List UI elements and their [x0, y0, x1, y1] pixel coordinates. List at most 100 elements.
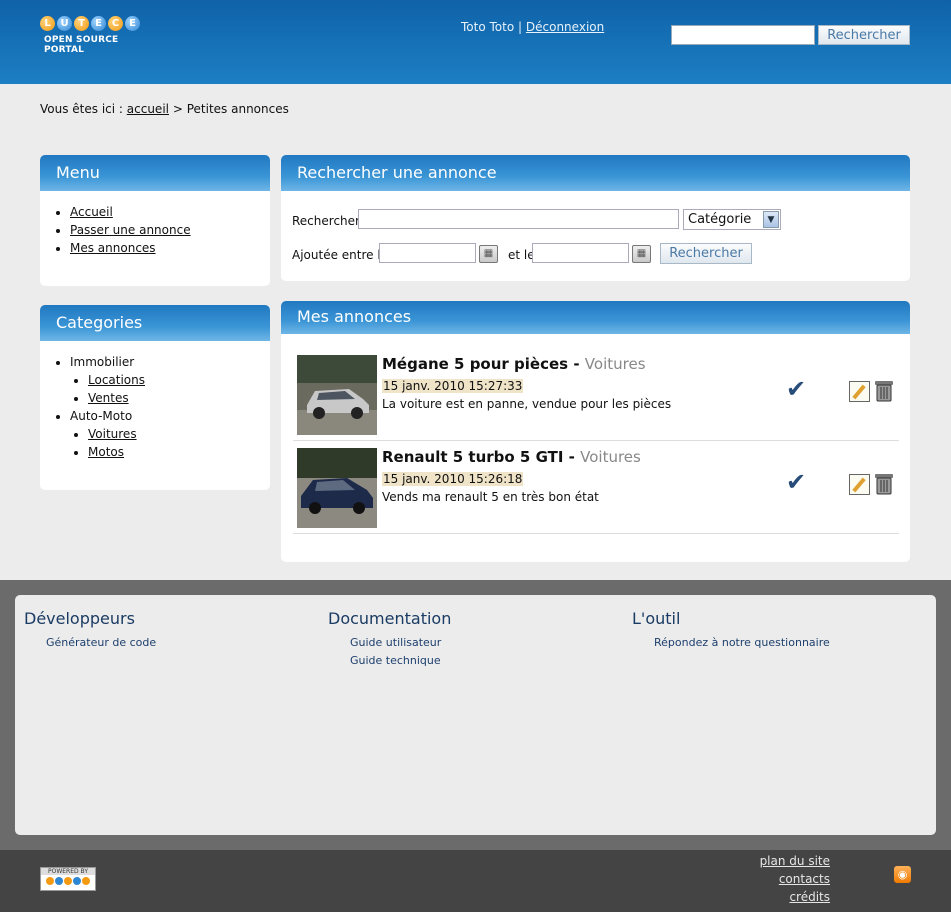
lutece-logo[interactable]: L U T E C E OPEN SOURCE PORTAL	[40, 16, 140, 60]
footer-link-generateur[interactable]: Générateur de code	[46, 636, 156, 649]
category-link-ventes[interactable]: Ventes	[88, 391, 129, 405]
site-footer: Développeurs Générateur de code Document…	[0, 580, 951, 850]
footer-column-title: Documentation	[328, 609, 452, 628]
logo-letters: L U T E C E	[40, 16, 140, 31]
footer-link-guide-utilisateur[interactable]: Guide utilisateur	[350, 636, 451, 649]
user-area: Toto Toto | Déconnexion	[461, 20, 604, 34]
ad-row: Renault 5 turbo 5 GTI - Voitures 15 janv…	[293, 444, 899, 534]
car-photo-thumbnail[interactable]	[297, 448, 377, 528]
footer-column-developpeurs: Développeurs Générateur de code	[24, 609, 156, 654]
category-link-motos[interactable]: Motos	[88, 445, 124, 459]
breadcrumb-home-link[interactable]: accueil	[127, 102, 169, 116]
powered-by-text: POWERED BY	[41, 868, 95, 875]
my-ads-title: Mes annonces	[281, 301, 910, 334]
logo-letter: T	[74, 16, 89, 31]
search-panel-title: Rechercher une annonce	[281, 155, 910, 191]
ad-title-dash: -	[568, 448, 575, 466]
ad-date: 15 janv. 2010 15:26:18	[382, 472, 524, 486]
bottom-links: plan du site contacts crédits	[760, 852, 830, 906]
footer-links-area: Développeurs Générateur de code Document…	[15, 595, 936, 835]
rss-icon[interactable]: ◉	[894, 866, 911, 883]
user-name: Toto Toto	[461, 20, 515, 34]
date-to-input[interactable]	[532, 243, 629, 263]
menu-item: Mes annonces	[70, 241, 270, 255]
menu-item: Accueil	[70, 205, 270, 219]
date-from-input[interactable]	[379, 243, 476, 263]
site-search-button[interactable]: Rechercher	[818, 25, 910, 45]
ad-title[interactable]: Mégane 5 pour pièces - Voitures	[382, 355, 646, 373]
category-link-locations[interactable]: Locations	[88, 373, 145, 387]
validated-check-icon: ✔	[786, 375, 807, 403]
calendar-icon[interactable]: ▦	[479, 245, 498, 263]
contacts-link[interactable]: contacts	[760, 870, 830, 888]
ad-row: Mégane 5 pour pièces - Voitures 15 janv.…	[293, 351, 899, 441]
logo-letter: L	[40, 16, 55, 31]
ad-title-dash: -	[573, 355, 580, 373]
menu-list: Accueil Passer une annonce Mes annonces	[40, 191, 270, 255]
breadcrumb: Vous êtes ici : accueil > Petites annonc…	[40, 102, 289, 116]
search-submit-button[interactable]: Rechercher	[660, 243, 752, 264]
logout-link[interactable]: Déconnexion	[526, 20, 604, 34]
date-from-label: Ajoutée entre le	[292, 248, 389, 262]
edit-icon[interactable]	[849, 381, 870, 402]
menu-title: Menu	[40, 155, 270, 191]
validated-check-icon: ✔	[786, 468, 807, 496]
category-select-value: Catégorie	[688, 212, 752, 227]
logo-subtitle: OPEN SOURCE PORTAL	[44, 35, 119, 55]
footer-column-outil: L'outil Répondez à notre questionnaire	[632, 609, 830, 654]
sitemap-link[interactable]: plan du site	[760, 852, 830, 870]
my-ads-panel: Mes annonces Mégane 5 pour pièces - Voit…	[281, 301, 910, 562]
category-link-voitures[interactable]: Voitures	[88, 427, 137, 441]
chevron-down-icon: ▼	[763, 211, 779, 228]
breadcrumb-prefix: Vous êtes ici :	[40, 102, 123, 116]
ad-description: La voiture est en panne, vendue pour les…	[382, 397, 672, 411]
ad-category: Voitures	[584, 355, 646, 373]
edit-icon[interactable]	[849, 474, 870, 495]
footer-link-questionnaire[interactable]: Répondez à notre questionnaire	[654, 636, 830, 649]
footer-column-title: Développeurs	[24, 609, 135, 628]
site-search-input[interactable]	[671, 25, 815, 45]
ad-title-text: Renault 5 turbo 5 GTI	[382, 448, 564, 466]
footer-column-title: L'outil	[632, 609, 681, 628]
powered-by-lutece-badge[interactable]: POWERED BY	[40, 867, 96, 891]
logo-letter: U	[57, 16, 72, 31]
menu-link-mes-annonces[interactable]: Mes annonces	[70, 241, 156, 255]
powered-logo-balls	[41, 877, 95, 885]
delete-trash-icon[interactable]	[873, 471, 895, 495]
ad-description: Vends ma renault 5 en très bon état	[382, 490, 599, 504]
calendar-icon[interactable]: ▦	[632, 245, 651, 263]
ad-category: Voitures	[580, 448, 641, 466]
menu-link-passer-annonce[interactable]: Passer une annonce	[70, 223, 191, 237]
date-to-label: et le	[508, 248, 535, 262]
ad-date: 15 janv. 2010 15:27:33	[382, 379, 524, 393]
menu-link-accueil[interactable]: Accueil	[70, 205, 113, 219]
footer-link-guide-technique[interactable]: Guide technique	[350, 654, 451, 667]
category-group-name: Auto-Moto	[70, 409, 133, 423]
category-group: Immobilier Locations Ventes	[70, 355, 270, 405]
car-photo-thumbnail[interactable]	[297, 355, 377, 435]
categories-list: Immobilier Locations Ventes Auto-Moto Vo…	[40, 341, 270, 459]
categories-title: Categories	[40, 305, 270, 341]
breadcrumb-current: Petites annonces	[186, 102, 289, 116]
search-label: Rechercher	[292, 214, 360, 228]
keyword-input[interactable]	[358, 209, 679, 229]
category-select[interactable]: Catégorie ▼	[683, 209, 781, 230]
delete-trash-icon[interactable]	[873, 378, 895, 402]
categories-panel: Categories Immobilier Locations Ventes A…	[40, 305, 270, 490]
credits-link[interactable]: crédits	[760, 888, 830, 906]
search-panel: Rechercher une annonce Rechercher Catégo…	[281, 155, 910, 281]
bottom-bar: POWERED BY plan du site contacts crédits	[0, 850, 951, 912]
site-header: L U T E C E OPEN SOURCE PORTAL Toto Toto…	[0, 0, 951, 84]
category-group-name: Immobilier	[70, 355, 135, 369]
ad-title[interactable]: Renault 5 turbo 5 GTI - Voitures	[382, 448, 641, 466]
category-group: Auto-Moto Voitures Motos	[70, 409, 270, 459]
logo-letter: E	[125, 16, 140, 31]
separator: |	[518, 20, 523, 34]
menu-panel: Menu Accueil Passer une annonce Mes anno…	[40, 155, 270, 286]
breadcrumb-arrow: >	[172, 102, 183, 116]
ad-title-text: Mégane 5 pour pièces	[382, 355, 569, 373]
footer-column-documentation: Documentation Guide utilisateur Guide te…	[328, 609, 451, 672]
logo-letter: E	[91, 16, 106, 31]
menu-item: Passer une annonce	[70, 223, 270, 237]
logo-letter: C	[108, 16, 123, 31]
